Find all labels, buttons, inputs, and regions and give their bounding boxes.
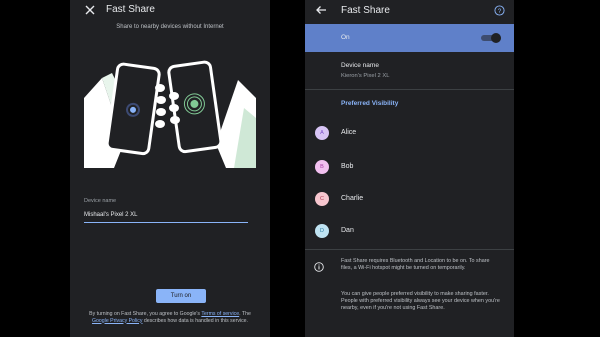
contact-name: Dan bbox=[341, 227, 354, 234]
info-icon bbox=[314, 262, 324, 272]
svg-text:?: ? bbox=[498, 8, 502, 15]
device-name-field[interactable]: Mishaal's Pixel 2 XL bbox=[84, 212, 138, 218]
left-screen: Fast Share Share to nearby devices witho… bbox=[70, 0, 270, 337]
contact-row-charlie[interactable]: C Charlie bbox=[305, 185, 514, 215]
avatar: B bbox=[315, 160, 329, 174]
avatar: C bbox=[315, 192, 329, 206]
contact-row-dan[interactable]: D Dan bbox=[305, 217, 514, 247]
turn-on-button[interactable]: Turn on bbox=[156, 289, 206, 303]
fast-share-toggle-row[interactable]: On bbox=[305, 24, 514, 52]
contact-row-alice[interactable]: A Alice bbox=[305, 119, 514, 149]
switch-knob bbox=[491, 33, 501, 43]
device-name-label: Device name bbox=[84, 198, 117, 204]
contact-name: Charlie bbox=[341, 195, 364, 202]
contact-row-bob[interactable]: B Bob bbox=[305, 153, 514, 183]
page-title: Fast Share bbox=[106, 4, 155, 15]
contact-name: Alice bbox=[341, 129, 357, 136]
device-name-label[interactable]: Device name bbox=[341, 62, 379, 69]
preferred-visibility-header: Preferred Visibility bbox=[341, 100, 399, 107]
right-screen: Fast Share ? On Device name Kieron's Pix… bbox=[305, 0, 514, 337]
contact-name: Bob bbox=[341, 163, 354, 170]
page-title: Fast Share bbox=[341, 5, 390, 16]
field-underline bbox=[84, 222, 248, 223]
requirements-info: Fast Share requires Bluetooth and Locati… bbox=[341, 258, 490, 271]
footer-text-3: describes how data is handled in this se… bbox=[142, 317, 248, 324]
preferred-visibility-info: You can give people preferred visibility… bbox=[341, 291, 500, 311]
close-icon[interactable] bbox=[84, 4, 96, 16]
fast-share-switch[interactable] bbox=[481, 33, 501, 43]
footer-text-2: . The bbox=[239, 311, 251, 317]
help-icon[interactable]: ? bbox=[494, 5, 505, 16]
avatar: D bbox=[315, 224, 329, 238]
avatar: A bbox=[315, 126, 329, 140]
divider bbox=[305, 249, 514, 250]
subtitle: Share to nearby devices without Internet bbox=[116, 24, 224, 30]
toggle-label: On bbox=[341, 34, 350, 41]
device-name-value: Kieron's Pixel 2 XL bbox=[341, 73, 390, 79]
terms-link[interactable]: Terms of service bbox=[201, 311, 239, 317]
terms-footer: By turning on Fast Share, you agree to G… bbox=[84, 311, 256, 324]
divider bbox=[305, 89, 514, 90]
privacy-policy-link[interactable]: Google Privacy Policy bbox=[92, 318, 142, 324]
share-illustration bbox=[84, 60, 256, 168]
back-arrow-icon[interactable] bbox=[315, 5, 327, 15]
footer-text-1: By turning on Fast Share, you agree to G… bbox=[89, 311, 202, 317]
